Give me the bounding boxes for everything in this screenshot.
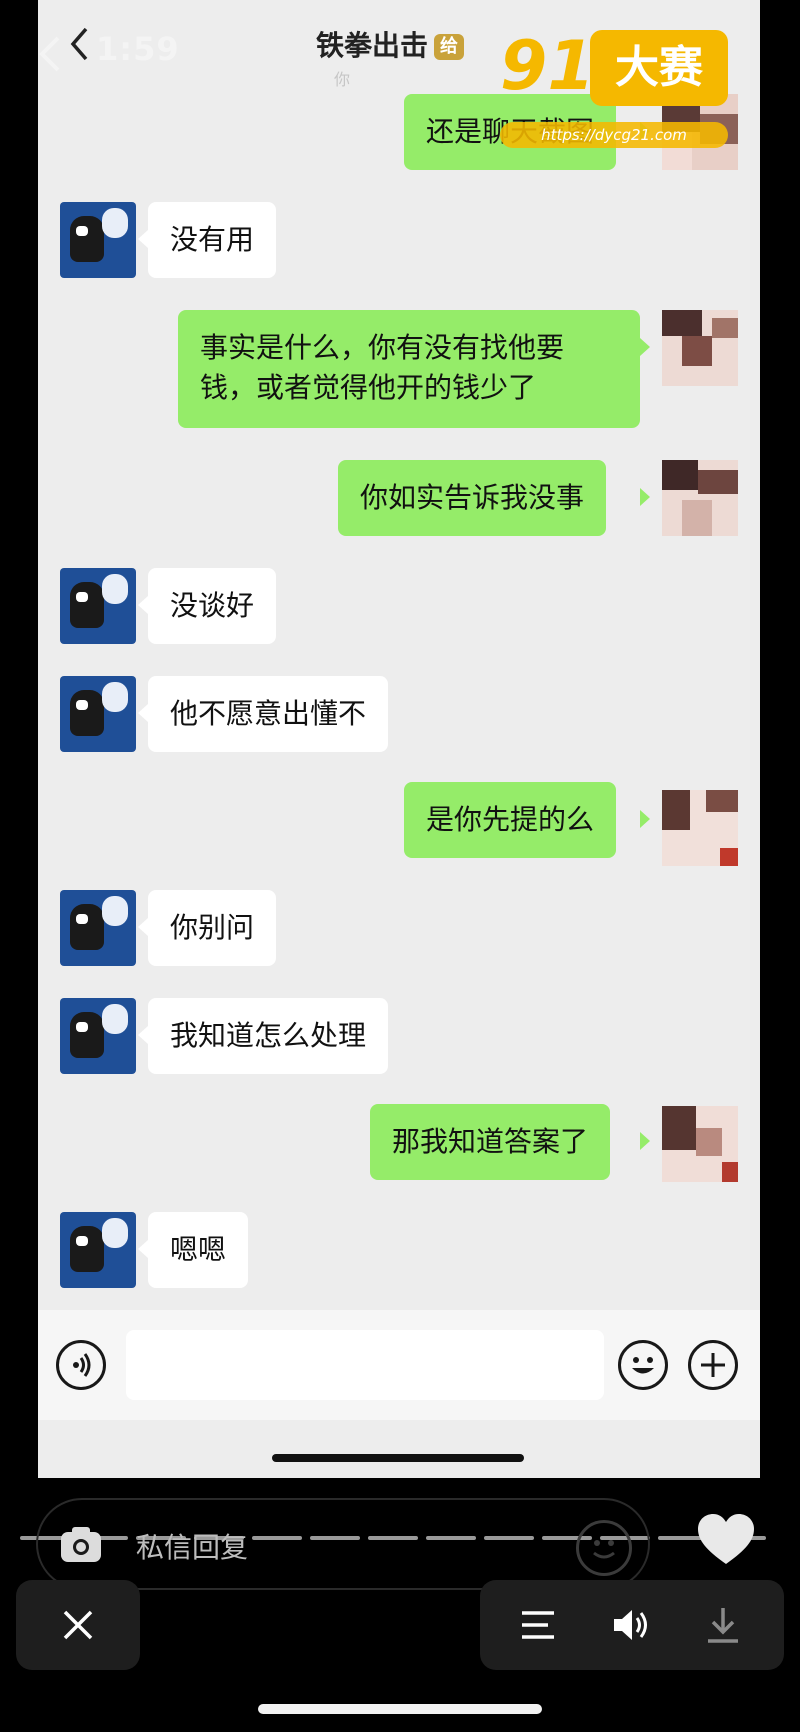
user-avatar[interactable] [662,1106,738,1182]
chat-subtitle: 你 [334,70,351,89]
gift-badge: 给 [434,34,465,60]
contact-avatar[interactable] [60,202,136,278]
home-indicator [272,1454,524,1462]
bubble-tail [138,230,148,248]
bubble-tail [640,1132,650,1150]
chat-title[interactable]: 铁拳出击给 [316,24,465,64]
download-icon[interactable] [702,1604,744,1646]
bubble-tail [138,704,148,722]
emoji-icon[interactable] [576,1520,632,1576]
watermark-logo: 91 大赛 [500,26,728,108]
close-button[interactable] [16,1580,140,1670]
reply-placeholder: 私信回复 [136,1531,249,1564]
message-bubble-received[interactable]: 没谈好 [148,568,277,644]
user-avatar[interactable] [662,790,738,866]
message-bubble-sent[interactable]: 是你先提的么 [404,782,617,858]
close-icon [63,1610,93,1640]
user-avatar[interactable] [662,460,738,536]
message-bubble-received[interactable]: 嗯嗯 [148,1212,249,1288]
voice-icon[interactable] [56,1340,106,1390]
contact-avatar[interactable] [60,568,136,644]
bubble-tail [138,1240,148,1258]
chat-title-text: 铁拳出击 [316,29,429,62]
bubble-tail [640,338,650,356]
contact-avatar[interactable] [60,1212,136,1288]
chat-screenshot: 1:59 铁拳出击给 你 还是聊天截图 没有用 事实是什么，你有没有找他要钱，或… [38,0,760,1478]
contact-avatar[interactable] [60,998,136,1074]
message-bubble-received[interactable]: 你别问 [148,890,277,966]
message-bubble-sent[interactable]: 你如实告诉我没事 [338,460,607,536]
user-avatar[interactable] [662,310,738,386]
message-bubble-sent[interactable]: 那我知道答案了 [370,1104,611,1180]
bubble-tail [138,596,148,614]
logo-text: 大赛 [590,30,728,106]
chat-back-icon[interactable] [68,26,92,62]
message-bubble-sent[interactable]: 事实是什么，你有没有找他要钱，或者觉得他开的钱少了 [178,310,640,428]
bubble-tail [640,810,650,828]
plus-icon[interactable] [688,1340,738,1390]
camera-icon[interactable] [58,1522,104,1566]
back-icon[interactable] [38,34,66,74]
watermark-url: https://dycg21.com [500,122,728,148]
contact-avatar[interactable] [60,890,136,966]
emoji-icon[interactable] [618,1340,668,1390]
bubble-tail [640,488,650,506]
media-toolbar [480,1580,784,1670]
menu-icon[interactable] [518,1604,560,1646]
message-bubble-received[interactable]: 他不愿意出懂不 [148,676,389,752]
message-input[interactable] [126,1330,604,1400]
logo-number: 91 [500,27,595,106]
chat-input-bar [38,1310,760,1420]
bubble-tail [138,1026,148,1044]
message-bubble-received[interactable]: 没有用 [148,202,277,278]
message-bubble-received[interactable]: 我知道怎么处理 [148,998,389,1074]
system-home-indicator [258,1704,542,1714]
speaker-icon[interactable] [610,1604,652,1646]
heart-icon[interactable] [696,1512,756,1568]
status-time: 1:59 [96,30,180,68]
bubble-tail [138,918,148,936]
contact-avatar[interactable] [60,676,136,752]
reply-input[interactable]: 私信回复 [36,1498,650,1590]
